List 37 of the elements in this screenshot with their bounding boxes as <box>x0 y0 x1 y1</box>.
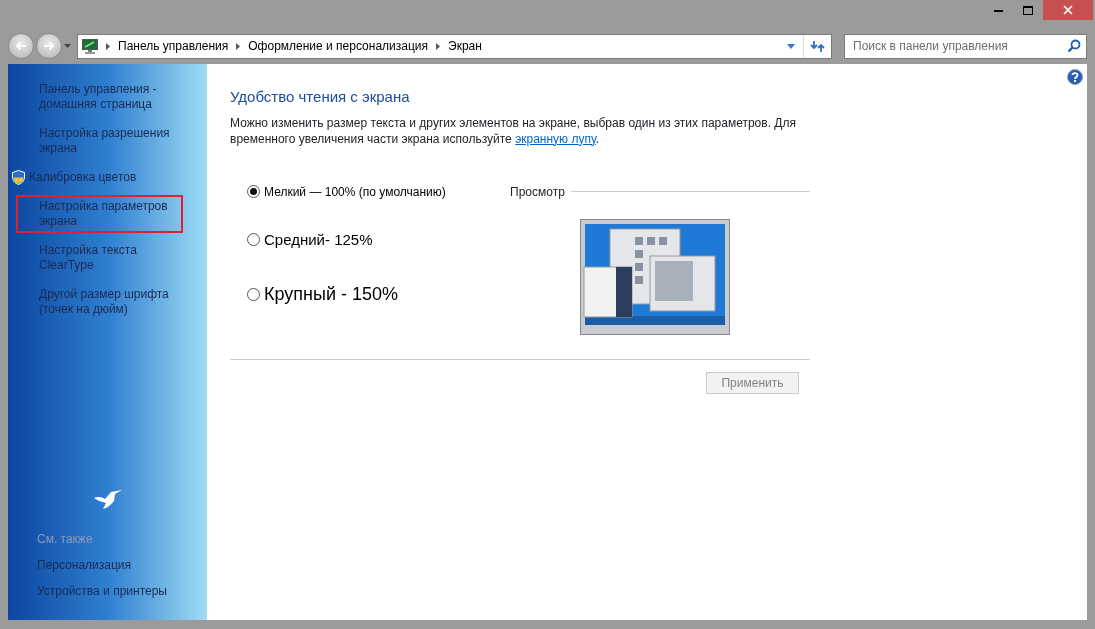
help-icon[interactable] <box>1067 69 1083 85</box>
forward-button[interactable] <box>36 33 62 59</box>
dropdown-icon[interactable] <box>787 43 795 49</box>
sidebar-link[interactable]: Персонализация <box>37 556 207 574</box>
sidebar-link[interactable]: Панель управления - домашняя страница <box>16 78 183 116</box>
description-text: Можно изменить размер текста и других элементов на экране, выбрав один из этих параметров. Для временного увеличения части экрана используйте экранную лупу. <box>230 114 797 147</box>
sidebar-link[interactable]: Настройка параметров экрана <box>16 195 183 233</box>
right-arrow-icon <box>43 41 55 51</box>
breadcrumb[interactable]: Экран <box>448 37 482 55</box>
size-option-radio[interactable]: Средний- 125% <box>247 228 373 251</box>
address-bar[interactable]: Панель управления Оформление и персонализация Экран <box>77 33 832 59</box>
sidebar-link[interactable]: Настройка разрешения экрана <box>16 122 183 160</box>
search-field[interactable]: Поиск в панели управления <box>844 33 1087 59</box>
minimize-icon <box>993 8 1003 12</box>
back-button[interactable] <box>8 33 34 59</box>
preview-label: Просмотр <box>510 183 565 201</box>
breadcrumb-separator-icon <box>106 42 110 50</box>
history-dropdown-icon[interactable] <box>64 44 71 48</box>
breadcrumb-separator-icon <box>236 42 241 50</box>
breadcrumb[interactable]: Панель управления <box>118 37 229 55</box>
monitor-icon <box>82 38 98 54</box>
sidebar-link[interactable]: Калибровка цветов <box>6 166 183 189</box>
left-arrow-icon <box>15 41 27 51</box>
search-icon[interactable] <box>1067 38 1081 53</box>
breadcrumb[interactable]: Оформление и персонализация <box>248 37 428 55</box>
size-option-radio[interactable]: Мелкий — 100% (по умолчанию) <box>247 182 446 201</box>
breadcrumb-separator-icon <box>436 42 440 50</box>
magnifier-link[interactable]: экранную лупу <box>515 131 596 146</box>
sidebar-link[interactable]: Другой размер шрифта (точек на дюйм) <box>16 283 183 321</box>
sidebar-link[interactable]: Устройства и принтеры <box>37 582 207 600</box>
sidebar-link[interactable]: Настройка текста ClearType <box>16 239 183 277</box>
close-icon <box>1063 5 1073 15</box>
size-option-radio[interactable]: Крупный - 150% <box>247 281 398 308</box>
maximize-icon <box>1023 5 1033 15</box>
section-title: Удобство чтения с экрана <box>230 87 411 107</box>
see-also-heading: См. также <box>37 531 94 548</box>
shield-icon <box>12 170 25 185</box>
